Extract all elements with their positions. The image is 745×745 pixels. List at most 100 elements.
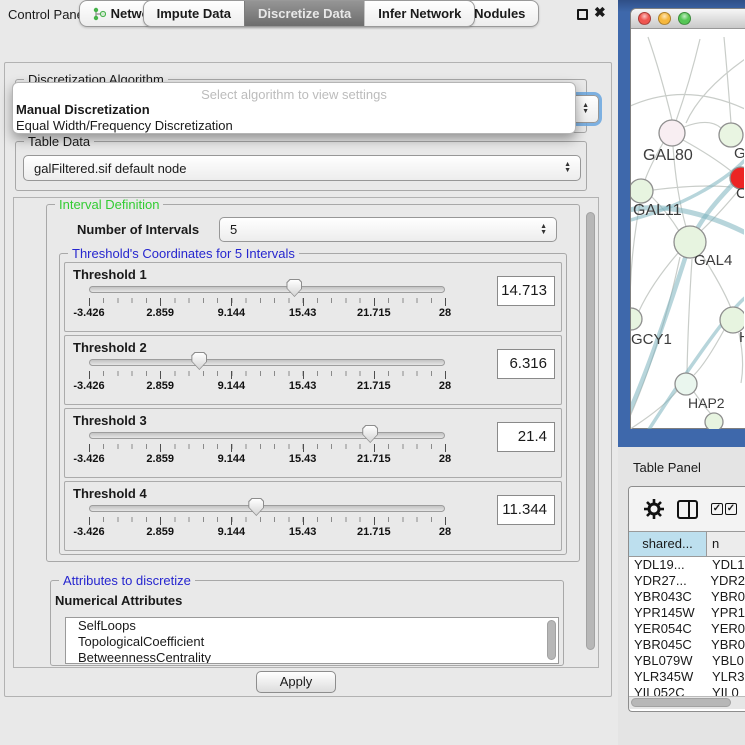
threshold-value-field[interactable]: 14.713 xyxy=(497,276,555,306)
attribute-list-item[interactable]: BetweennessCentrality xyxy=(66,650,558,664)
network-window-frame: GAL80GCGAL11GAL4GCY1HHAP2 xyxy=(618,0,745,447)
table-panel-header: Table Panel xyxy=(618,447,745,485)
table-data-combobox[interactable]: galFiltered.sif default node ▲▼ xyxy=(23,155,581,181)
table-panel: ✓ ✓ shared... n YDL19...YDL1YDR27...YDR2… xyxy=(628,486,745,712)
network-edge[interactable] xyxy=(686,59,744,123)
cell-shared-name[interactable]: YLR345W xyxy=(629,669,707,685)
cell-shared-name[interactable]: YDL19... xyxy=(629,557,707,573)
cell-name[interactable]: YDR2 xyxy=(705,573,745,589)
apply-button[interactable]: Apply xyxy=(256,671,336,693)
cyni-toolbox-panel: Discretization Algorithm ▲▼ Table Data g… xyxy=(4,62,612,697)
table-row[interactable]: YBR045CYBR0 xyxy=(629,637,745,653)
network-window-titlebar[interactable] xyxy=(631,9,745,29)
network-edge[interactable] xyxy=(684,122,722,129)
table-row[interactable]: YPR145WYPR1 xyxy=(629,605,745,621)
table-data-value: galFiltered.sif default node xyxy=(34,161,186,176)
threshold-slider[interactable]: -3.4262.8599.14415.4321.71528 xyxy=(89,498,445,540)
network-node-g[interactable] xyxy=(719,123,743,147)
network-edge[interactable] xyxy=(694,330,724,375)
slider-scale-label: 2.859 xyxy=(146,526,174,538)
number-of-intervals-label: Number of Intervals xyxy=(77,222,199,237)
vertical-scrollbar[interactable] xyxy=(585,204,596,661)
cell-name[interactable]: YLR3 xyxy=(707,669,745,685)
column-header-shared-name[interactable]: shared... xyxy=(629,532,707,556)
network-edge[interactable] xyxy=(724,37,731,123)
slider-thumb[interactable] xyxy=(248,498,264,516)
cell-name[interactable]: YDL1 xyxy=(707,557,745,573)
attribute-list-item[interactable]: SelfLoops xyxy=(66,618,558,634)
cell-shared-name[interactable]: YER054C xyxy=(629,621,706,637)
slider-thumb[interactable] xyxy=(286,279,302,297)
close-traffic-light[interactable] xyxy=(638,12,651,25)
table-row[interactable]: YIL052CYIL0 xyxy=(629,685,745,696)
network-node-gal11[interactable] xyxy=(631,179,653,203)
cell-name[interactable]: YPR1 xyxy=(706,605,745,621)
slider-track[interactable] xyxy=(89,359,445,366)
cell-name[interactable]: YBR0 xyxy=(706,637,745,653)
table-row[interactable]: YDR27...YDR2 xyxy=(629,573,745,589)
slider-scale-label: 2.859 xyxy=(146,453,174,465)
cell-name[interactable]: YER0 xyxy=(706,621,745,637)
cell-shared-name[interactable]: YIL052C xyxy=(629,685,707,696)
tab-impute-data[interactable]: Impute Data xyxy=(144,1,244,26)
threshold-slider[interactable]: -3.4262.8599.14415.4321.71528 xyxy=(89,279,445,321)
network-node-gal80[interactable] xyxy=(659,120,685,146)
cell-shared-name[interactable]: YBR045C xyxy=(629,637,706,653)
cell-shared-name[interactable]: YBL079W xyxy=(629,653,707,669)
thresholds-group: Threshold's Coordinates for 5 Intervals … xyxy=(59,253,567,555)
attribute-list-item[interactable]: TopologicalCoefficient xyxy=(66,634,558,650)
network-canvas[interactable]: GAL80GCGAL11GAL4GCY1HHAP2 xyxy=(631,30,744,429)
select-columns-icon[interactable]: ✓ ✓ xyxy=(711,503,737,515)
cell-name[interactable]: YBL0 xyxy=(707,653,745,669)
network-node-gcy1[interactable] xyxy=(631,308,642,330)
tab-infer-network[interactable]: Infer Network xyxy=(364,1,474,26)
table-row[interactable]: YBL079WYBL0 xyxy=(629,653,745,669)
numerical-attributes-list[interactable]: SelfLoopsTopologicalCoefficientBetweenne… xyxy=(65,617,559,664)
network-node-unlabeled[interactable] xyxy=(705,413,723,429)
cell-shared-name[interactable]: YPR145W xyxy=(629,605,706,621)
horizontal-scrollbar[interactable] xyxy=(629,696,745,709)
gear-icon[interactable] xyxy=(644,499,664,519)
slider-scale-label: 28 xyxy=(439,307,451,319)
node-label-gal11: GAL11 xyxy=(633,202,682,219)
network-edge[interactable] xyxy=(648,37,672,120)
network-edge[interactable] xyxy=(653,186,730,190)
slider-major-tick xyxy=(303,371,304,379)
minimize-traffic-light[interactable] xyxy=(658,12,671,25)
popup-option-equal-width-frequency[interactable]: Equal Width/Frequency Discretization xyxy=(16,118,233,133)
cell-name[interactable]: YBR0 xyxy=(706,589,745,605)
network-edge[interactable] xyxy=(676,39,700,121)
scrollbar-thumb[interactable] xyxy=(586,212,595,650)
network-edge[interactable] xyxy=(687,259,692,373)
network-edge[interactable] xyxy=(631,94,744,111)
slider-thumb[interactable] xyxy=(191,352,207,370)
zoom-traffic-light[interactable] xyxy=(678,12,691,25)
table-row[interactable]: YLR345WYLR3 xyxy=(629,669,745,685)
threshold-value-field[interactable]: 21.4 xyxy=(497,422,555,452)
number-of-intervals-combobox[interactable]: 5 ▲▼ xyxy=(219,217,557,242)
cell-name[interactable]: YIL0 xyxy=(707,685,745,696)
slider-track[interactable] xyxy=(89,286,445,293)
column-header-name[interactable]: n xyxy=(707,532,745,556)
threshold-slider[interactable]: -3.4262.8599.14415.4321.71528 xyxy=(89,425,445,467)
node-label-gal4: GAL4 xyxy=(694,252,732,269)
slider-major-tick xyxy=(303,444,304,452)
slider-track[interactable] xyxy=(89,505,445,512)
slider-track[interactable] xyxy=(89,432,445,439)
table-row[interactable]: YDL19...YDL1 xyxy=(629,557,745,573)
list-scrollbar[interactable] xyxy=(547,620,556,660)
scrollbar-thumb[interactable] xyxy=(631,698,731,707)
threshold-value-field[interactable]: 11.344 xyxy=(497,495,555,525)
table-row[interactable]: YBR043CYBR0 xyxy=(629,589,745,605)
threshold-value-field[interactable]: 6.316 xyxy=(497,349,555,379)
popup-option-manual-discretization[interactable]: Manual Discretization xyxy=(16,102,150,117)
cell-shared-name[interactable]: YDR27... xyxy=(629,573,705,589)
tab-discretize-data[interactable]: Discretize Data xyxy=(244,1,364,26)
slider-scale-label: 15.43 xyxy=(289,380,317,392)
threshold-slider[interactable]: -3.4262.8599.14415.4321.71528 xyxy=(89,352,445,394)
slider-thumb[interactable] xyxy=(362,425,378,443)
table-row[interactable]: YER054CYER0 xyxy=(629,621,745,637)
cell-shared-name[interactable]: YBR043C xyxy=(629,589,706,605)
network-node-hap2[interactable] xyxy=(675,373,697,395)
split-columns-icon[interactable] xyxy=(677,500,698,519)
